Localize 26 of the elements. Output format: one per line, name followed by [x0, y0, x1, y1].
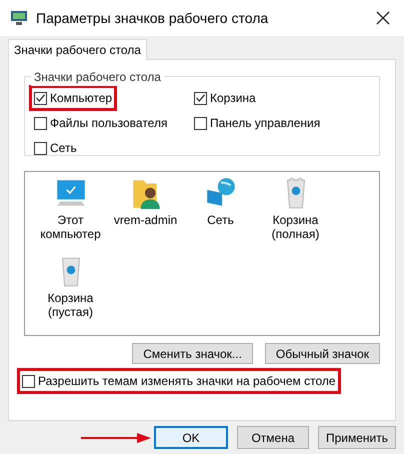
- checkbox-label: Компьютер: [50, 90, 112, 107]
- checkbox[interactable]: [34, 92, 47, 104]
- icon-label[interactable]: Этот компьютер: [34, 213, 106, 241]
- checkbox-label: Сеть: [50, 140, 77, 157]
- checkbox-label: Корзина: [210, 90, 256, 107]
- icon-button[interactable]: Обычный значок: [264, 343, 380, 364]
- icon-button[interactable]: Сменить значок...: [132, 343, 253, 364]
- dialog-button[interactable]: Применить: [318, 426, 396, 449]
- icon-label[interactable]: Сеть: [184, 213, 256, 227]
- checkbox[interactable]: [194, 92, 207, 104]
- checkbox-label: Разрешить темам изменять значки на рабочем столе: [38, 373, 336, 390]
- checkbox[interactable]: [34, 116, 47, 130]
- checkbox-label: Панель управления: [210, 115, 320, 132]
- icon-label[interactable]: vrem-admin: [110, 213, 182, 227]
- app-icon: [10, 10, 28, 26]
- icon-label[interactable]: Корзина (пустая): [34, 291, 106, 319]
- checkbox-label: Файлы пользователя: [50, 115, 168, 132]
- close-icon[interactable]: [376, 11, 390, 25]
- checkbox[interactable]: [34, 142, 47, 154]
- icon-label[interactable]: Корзина (полная): [260, 213, 332, 241]
- tab[interactable]: Значки рабочего стола: [8, 39, 147, 60]
- dialog-button[interactable]: Отмена: [236, 426, 309, 449]
- dialog-button[interactable]: OK: [154, 426, 228, 449]
- checkbox[interactable]: [194, 116, 207, 130]
- window-title: Параметры значков рабочего стола: [36, 8, 270, 28]
- checkbox[interactable]: [22, 374, 35, 388]
